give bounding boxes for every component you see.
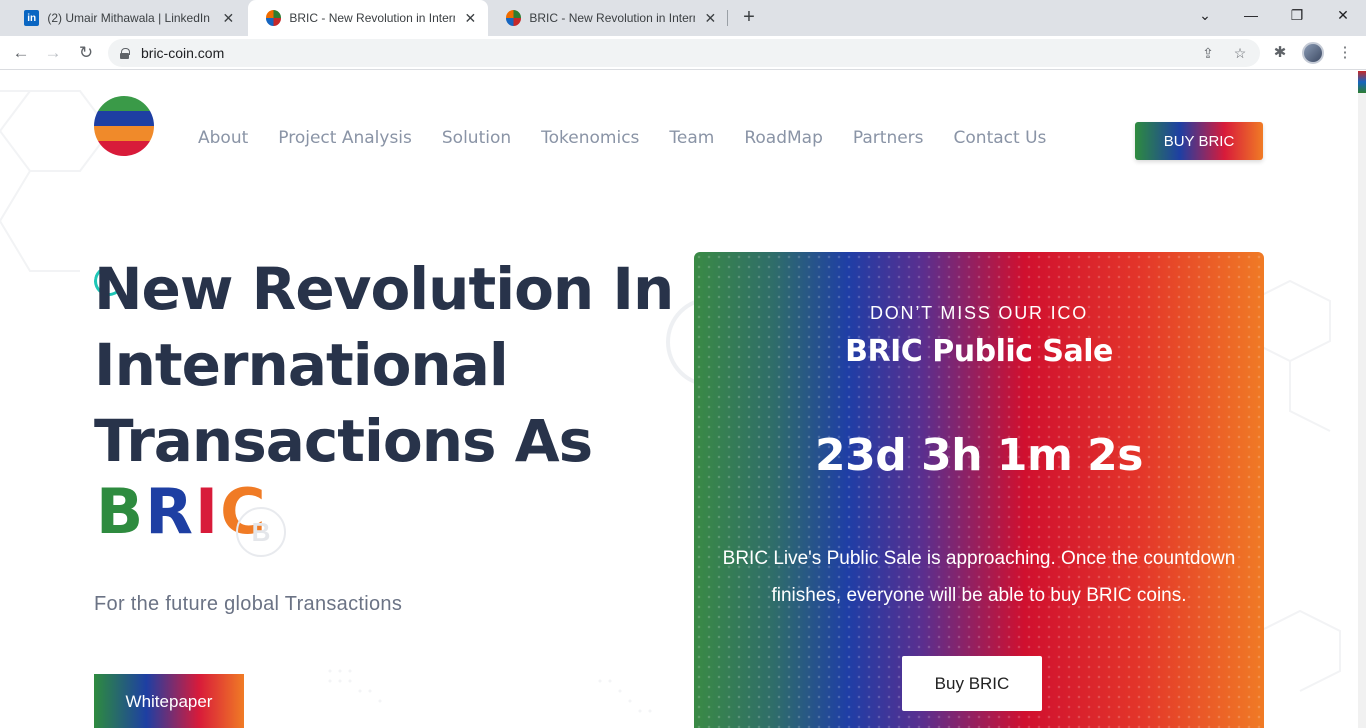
logo-band: [94, 111, 154, 126]
web-page: About Project Analysis Solution Tokenomi…: [0, 71, 1358, 728]
close-icon[interactable]: ✕: [221, 10, 236, 27]
tab-title: BRIC - New Revolution in Interna: [529, 11, 695, 25]
whitepaper-button[interactable]: Whitepaper: [94, 674, 244, 728]
bookmark-star-icon[interactable]: ☆: [1230, 43, 1250, 63]
nav-team[interactable]: Team: [669, 128, 714, 148]
extensions-icon[interactable]: ✱: [1270, 43, 1290, 63]
nav-roadmap[interactable]: RoadMap: [744, 128, 823, 148]
ico-title: BRIC Public Sale: [845, 334, 1113, 369]
tab-title: BRIC - New Revolution in Interna: [289, 11, 455, 25]
browser-tabstrip: in (2) Umair Mithawala | LinkedIn ✕ BRIC…: [0, 0, 1366, 36]
menu-icon[interactable]: ⋮: [1335, 43, 1355, 63]
hero-heading: New Revolution In International Transact…: [94, 251, 674, 479]
hero-line: New Revolution In: [94, 255, 674, 323]
bric-favicon: [266, 10, 282, 26]
buy-bric-card-button[interactable]: Buy BRIC: [902, 656, 1042, 711]
nav-contact-us[interactable]: Contact Us: [954, 128, 1047, 148]
nav-about[interactable]: About: [198, 128, 248, 148]
tab-bric[interactable]: BRIC - New Revolution in Interna ✕: [488, 0, 728, 36]
tab-separator: [727, 10, 728, 26]
main-nav: About Project Analysis Solution Tokenomi…: [198, 128, 1076, 148]
tab-linkedin[interactable]: in (2) Umair Mithawala | LinkedIn ✕: [6, 0, 246, 36]
ico-countdown-card: DON’T MISS OUR ICO BRIC Public Sale 23d …: [694, 252, 1264, 728]
back-icon[interactable]: ←: [8, 40, 34, 66]
logo-band: [94, 126, 154, 141]
hero-line: International: [94, 331, 509, 399]
nav-partners[interactable]: Partners: [853, 128, 924, 148]
bric-letter: R: [145, 475, 196, 548]
logo-band: [94, 141, 154, 156]
countdown-timer: 23d 3h 1m 2s: [815, 430, 1143, 481]
tab-search-icon[interactable]: ⌄: [1182, 0, 1228, 30]
linkedin-icon: in: [24, 10, 40, 26]
nav-tokenomics[interactable]: Tokenomics: [541, 128, 639, 148]
bric-favicon: [506, 10, 522, 26]
minimize-button[interactable]: —: [1228, 0, 1274, 30]
address-bar[interactable]: bric-coin.com ⇪ ☆: [108, 39, 1260, 67]
hero-subtitle: For the future global Transactions: [94, 593, 403, 615]
close-icon[interactable]: ✕: [703, 10, 718, 27]
scrollbar-thumb[interactable]: [1358, 71, 1366, 93]
logo-band: [94, 96, 154, 111]
close-icon[interactable]: ✕: [463, 10, 478, 27]
url-text[interactable]: bric-coin.com: [141, 45, 224, 61]
nav-solution[interactable]: Solution: [442, 128, 511, 148]
tab-bric-active[interactable]: BRIC - New Revolution in Interna ✕: [248, 0, 488, 36]
restore-button[interactable]: ❐: [1274, 0, 1320, 30]
share-icon[interactable]: ⇪: [1198, 43, 1218, 63]
ico-description: BRIC Live's Public Sale is approaching. …: [722, 548, 1236, 606]
window-close-button[interactable]: ✕: [1320, 0, 1366, 30]
bric-letter: I: [195, 475, 221, 548]
bitcoin-coin-icon: B: [236, 507, 286, 557]
profile-avatar[interactable]: [1302, 42, 1324, 64]
new-tab-button[interactable]: +: [738, 6, 760, 28]
nav-project-analysis[interactable]: Project Analysis: [278, 128, 412, 148]
forward-icon[interactable]: →: [40, 40, 66, 66]
reload-icon[interactable]: ↻: [73, 40, 99, 66]
bric-letter: B: [96, 475, 146, 548]
ico-kicker: DON’T MISS OUR ICO: [869, 303, 1089, 323]
tab-title: (2) Umair Mithawala | LinkedIn: [47, 11, 210, 25]
page-scrollbar[interactable]: [1358, 71, 1366, 728]
browser-toolbar: ← → ↻ bric-coin.com ⇪ ☆ ✱ ⋮: [0, 36, 1366, 70]
lock-icon: [120, 47, 130, 59]
bric-logo[interactable]: [94, 96, 154, 156]
hero-line: Transactions As: [94, 407, 593, 475]
buy-bric-button[interactable]: BUY BRIC: [1135, 122, 1263, 160]
